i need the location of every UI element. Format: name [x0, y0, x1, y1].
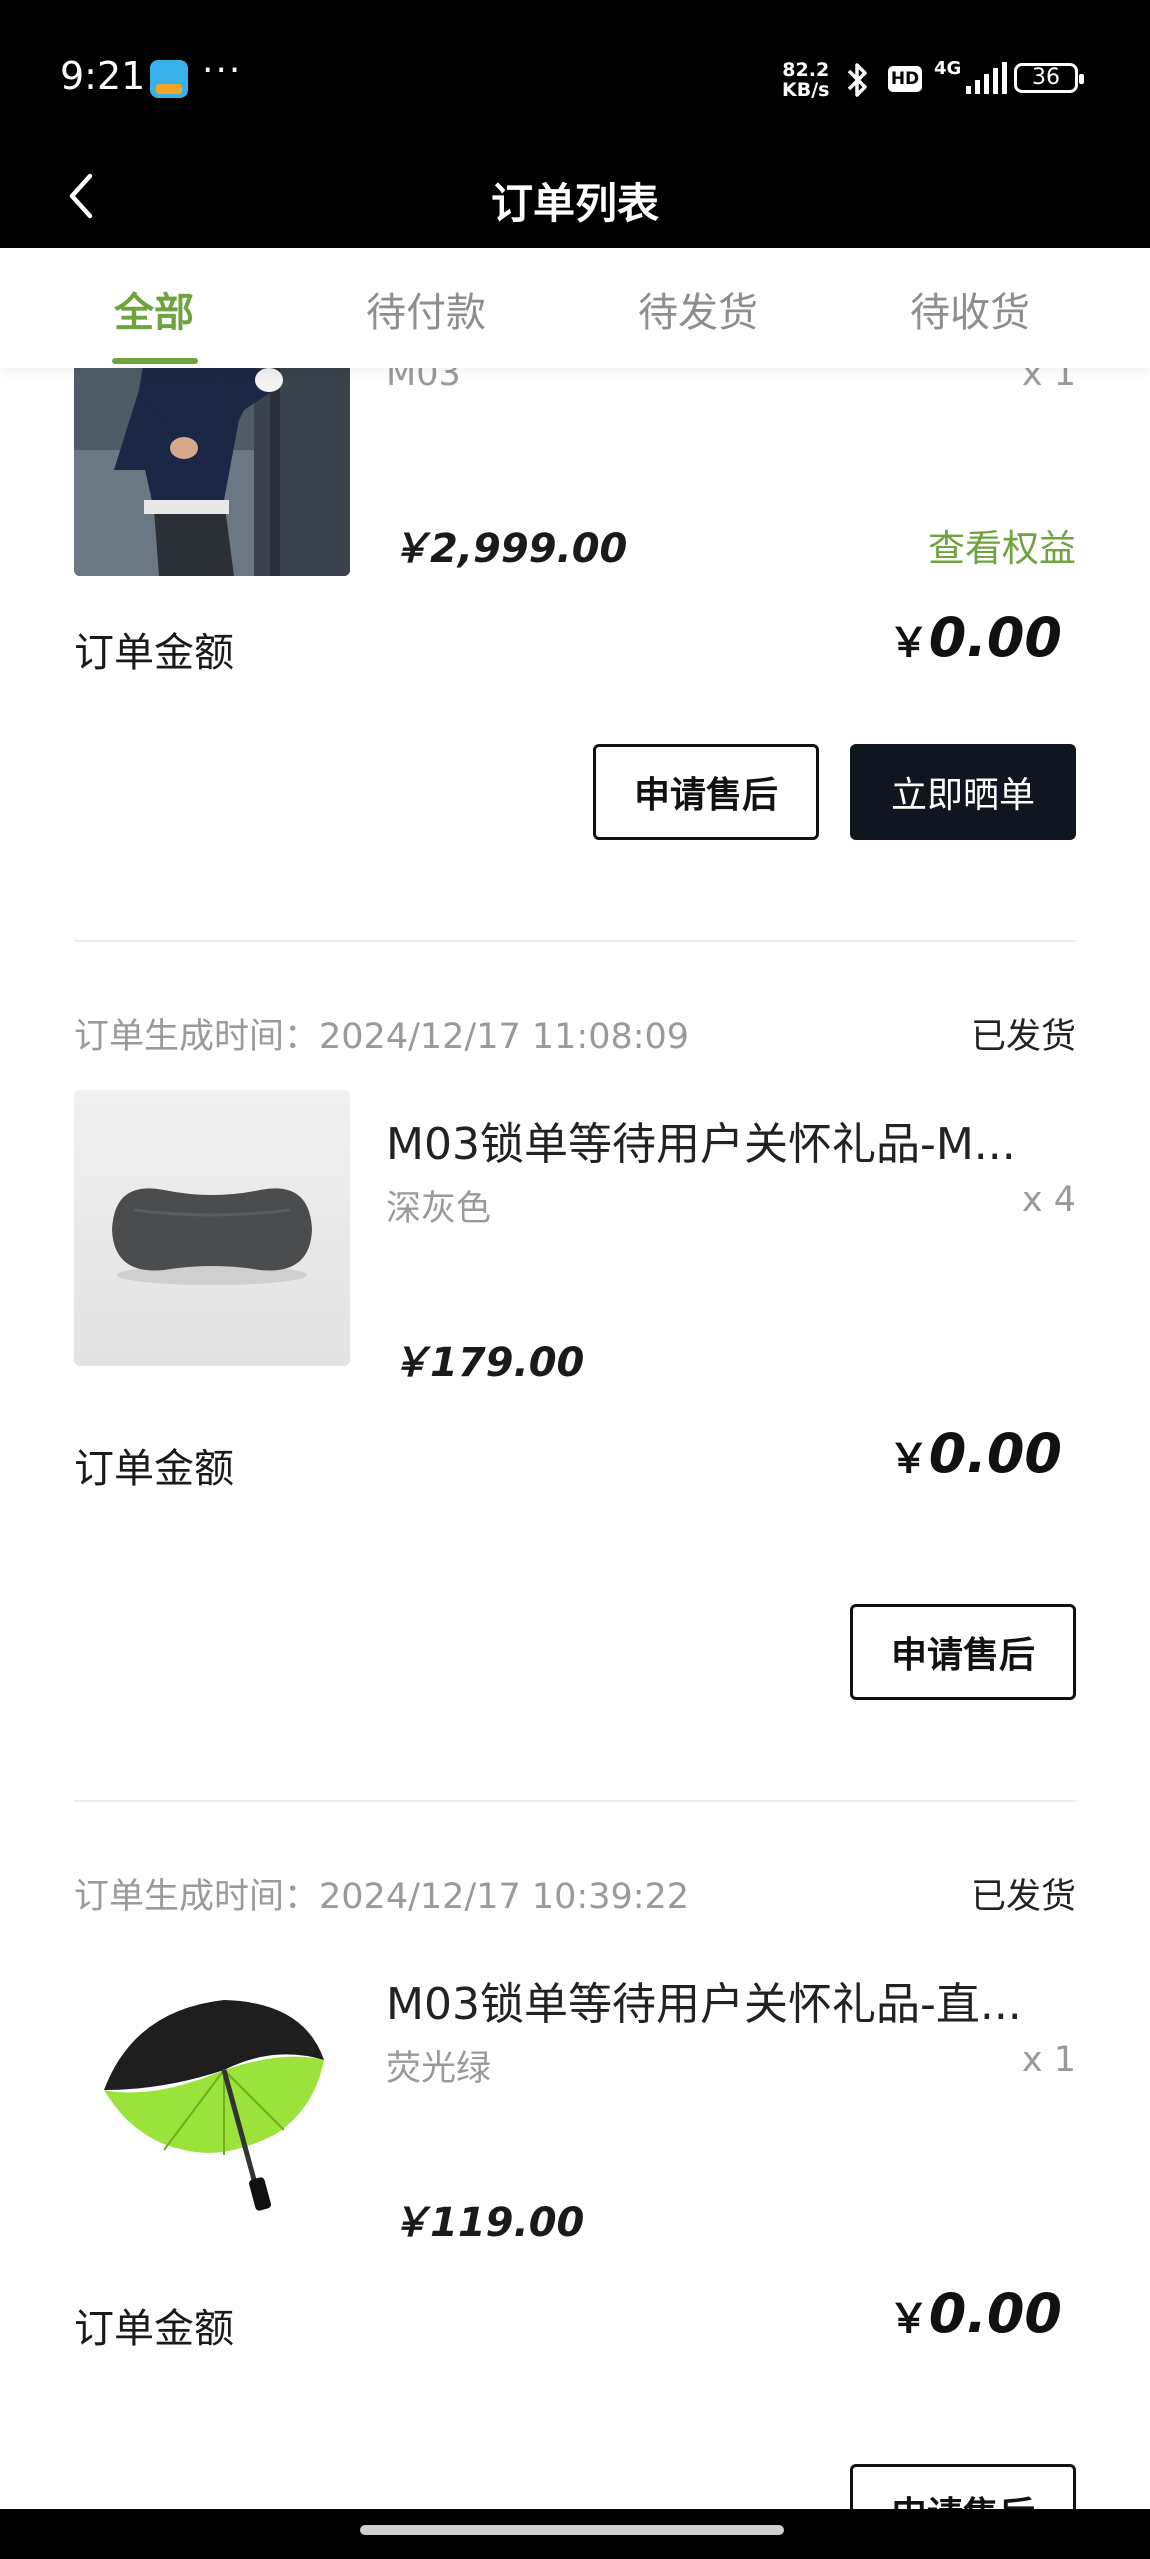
- view-benefits-link[interactable]: 查看权益: [928, 518, 1076, 572]
- order-created-time: 订单生成时间：2024/12/17 10:39:22: [74, 1868, 689, 1919]
- network-speed: 82.2 KB/s: [782, 60, 829, 100]
- bluetooth-icon: [840, 60, 874, 104]
- order-created-time: 订单生成时间：2024/12/17 11:08:09: [74, 1008, 689, 1059]
- product-spec: 荧光绿: [386, 2049, 492, 2089]
- tab-pending-shipment[interactable]: 待发货: [598, 280, 798, 338]
- order-list[interactable]: M03 x 1 ￥2,999.00 查看权益 订单金额 ￥0.00 申请售后 立…: [0, 368, 1150, 2509]
- signal-icon: [964, 62, 1008, 100]
- product-price: ￥119.00: [390, 2200, 585, 2246]
- product-price: ￥2,999.00: [390, 526, 628, 572]
- apply-after-sales-button[interactable]: 申请售后: [593, 744, 819, 840]
- nav-header: 订单列表: [0, 150, 1150, 248]
- product-thumbnail-pillow[interactable]: [74, 1090, 350, 1366]
- network-type: 4G: [934, 58, 962, 79]
- order-status: 已发货: [970, 1877, 1076, 1917]
- order-created-time-value: 2024/12/17 10:39:22: [319, 1877, 690, 1917]
- tab-pending-receipt[interactable]: 待收货: [870, 280, 1070, 338]
- apply-after-sales-button[interactable]: 申请售后: [850, 2464, 1076, 2509]
- order-created-time-value: 2024/12/17 11:08:09: [319, 1017, 690, 1057]
- order-amount-value: ￥0.00: [889, 606, 1062, 669]
- tab-pending-payment[interactable]: 待付款: [326, 280, 526, 338]
- currency-symbol: ￥: [888, 2296, 929, 2342]
- order-status: 已发货: [970, 1017, 1076, 1057]
- currency-symbol: ￥: [888, 1436, 929, 1482]
- post-review-button[interactable]: 立即晒单: [850, 744, 1076, 840]
- order-amount-value: ￥0.00: [889, 2282, 1062, 2345]
- order-amount-label: 订单金额: [74, 1446, 234, 1492]
- order-amount-number: 0.00: [928, 1422, 1062, 1485]
- status-more-indicator: ···: [202, 50, 243, 91]
- system-nav-bar: [0, 2509, 1150, 2559]
- page-title: 订单列表: [490, 179, 659, 228]
- status-time: 9:21: [60, 54, 146, 98]
- order-divider: [74, 1800, 1076, 1802]
- product-thumbnail-umbrella[interactable]: [74, 1950, 350, 2226]
- product-quantity: x 1: [1021, 368, 1076, 394]
- order-amount-value: ￥0.00: [889, 1422, 1062, 1485]
- currency-symbol: ￥: [888, 620, 929, 666]
- product-title[interactable]: M03锁单等待用户关怀礼品-直...: [386, 1968, 1076, 2032]
- product-price: ￥179.00: [390, 1340, 585, 1386]
- home-indicator[interactable]: [360, 2525, 784, 2535]
- network-speed-value: 82.2: [782, 59, 830, 81]
- hd-voice-icon: HD: [888, 66, 922, 92]
- status-bar: 9:21 ··· 82.2 KB/s HD 4G 36: [0, 0, 1150, 150]
- product-spec: 深灰色: [386, 1189, 492, 1229]
- product-quantity: x 4: [1021, 1180, 1076, 1220]
- order-tabs: 全部 待付款 待发货 待收货: [0, 248, 1150, 368]
- battery-icon: 36: [1014, 63, 1084, 93]
- product-spec: M03: [386, 368, 461, 394]
- order-amount-number: 0.00: [928, 2282, 1062, 2345]
- apply-after-sales-button[interactable]: 申请售后: [850, 1604, 1076, 1700]
- order-created-time-label: 订单生成时间：: [74, 1017, 320, 1057]
- active-tab-indicator: [112, 358, 198, 364]
- order-divider: [74, 940, 1076, 942]
- product-title[interactable]: M03锁单等待用户关怀礼品-M...: [386, 1108, 1076, 1172]
- network-speed-unit: KB/s: [782, 79, 830, 101]
- product-quantity: x 1: [1021, 2040, 1076, 2080]
- order-amount-label: 订单金额: [74, 630, 234, 676]
- product-thumbnail-clothing[interactable]: [74, 368, 350, 576]
- order-amount-number: 0.00: [928, 606, 1062, 669]
- order-amount-label: 订单金额: [74, 2306, 234, 2352]
- tab-all[interactable]: 全部: [54, 280, 254, 338]
- order-created-time-label: 订单生成时间：: [74, 1877, 320, 1917]
- app-notification-icon: [150, 60, 188, 98]
